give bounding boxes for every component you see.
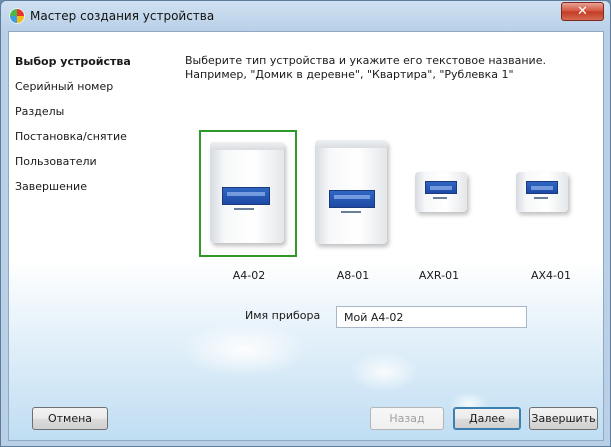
step-finish[interactable]: Завершение [15,179,175,204]
wizard-window: Мастер создания устройства ✕ Выбор устро… [0,0,611,447]
wizard-content: Выбор устройства Серийный номер Разделы … [8,31,604,441]
background-glow [179,322,309,377]
device-image [516,172,568,212]
wizard-steps-sidebar: Выбор устройства Серийный номер Разделы … [15,54,175,204]
device-option-a4-02[interactable] [199,130,297,257]
device-screen [526,181,558,194]
device-screen [222,187,270,205]
device-screen [329,190,375,208]
step-arm-disarm[interactable]: Постановка/снятие [15,129,175,154]
window-title: Мастер создания устройства [30,9,215,23]
device-image [210,142,284,243]
cancel-button[interactable]: Отмена [32,407,108,430]
title-bar[interactable]: Мастер создания устройства ✕ [1,1,610,31]
step-device-selection[interactable]: Выбор устройства [15,54,175,79]
instruction-text: Выберите тип устройства и укажите его те… [185,54,546,81]
device-label-ax4-01: AX4-01 [530,269,572,282]
device-label-axr-01: AXR-01 [418,269,460,282]
finish-button[interactable]: Завершить [529,407,598,430]
background-glow [349,352,419,392]
device-name-label: Имя прибора [245,309,321,322]
next-button[interactable]: Далее [453,407,521,430]
device-name-input[interactable] [336,306,527,328]
device-image [315,140,387,244]
device-screen [425,181,457,194]
app-logo-icon [10,9,24,23]
back-button[interactable]: Назад [370,407,444,430]
step-partitions[interactable]: Разделы [15,104,175,129]
device-label-a4-02: A4-02 [232,269,266,282]
step-serial-number[interactable]: Серийный номер [15,79,175,104]
device-image [415,172,467,212]
close-button[interactable]: ✕ [561,2,604,21]
device-option-ax4-01[interactable] [504,130,602,257]
step-users[interactable]: Пользователи [15,154,175,179]
device-option-a8-01[interactable] [303,130,401,257]
device-option-axr-01[interactable] [407,130,505,257]
device-label-a8-01: A8-01 [336,269,370,282]
